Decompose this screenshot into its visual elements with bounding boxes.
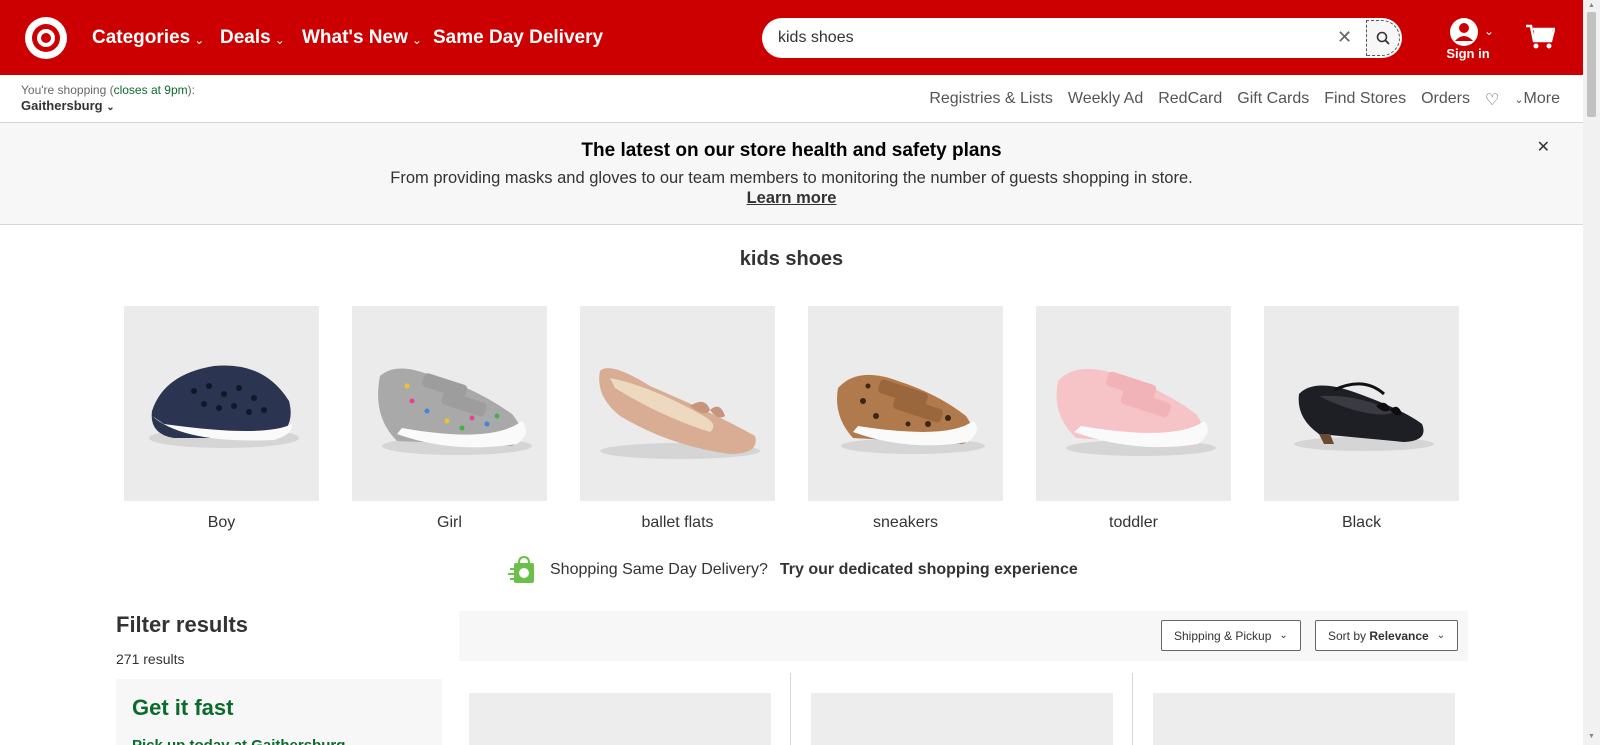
nav-whats-new-label: What's New <box>302 27 408 48</box>
chevron-down-icon: ⌄ <box>1279 630 1288 641</box>
more-label: More <box>1523 90 1560 107</box>
link-weekly-ad[interactable]: Weekly Ad <box>1068 90 1143 110</box>
product-card-image[interactable] <box>1153 693 1455 745</box>
search-bar: ✕ <box>762 18 1402 58</box>
sort-value: Relevance <box>1369 628 1429 643</box>
link-find-stores[interactable]: Find Stores <box>1324 90 1406 110</box>
tile-toddler[interactable]: toddler <box>1036 306 1231 532</box>
tile-boy[interactable]: Boy <box>124 306 319 532</box>
same-day-delivery-promo: Shopping Same Day Delivery? Try our dedi… <box>508 555 1078 585</box>
nav-categories-label: Categories <box>92 27 191 48</box>
search-button[interactable] <box>1366 20 1400 56</box>
tile-label: Boy <box>207 514 236 531</box>
store-hours-text: You're shopping (closes at 9pm): <box>21 83 195 97</box>
tile-label: ballet flats <box>641 514 714 531</box>
pickup-today-option[interactable]: Pick up today at Gaithersburg <box>132 737 345 745</box>
sign-in-label: Sign in <box>1446 46 1490 61</box>
store-name: Gaithersburg <box>21 98 103 113</box>
chevron-down-icon: ⌄ <box>106 102 115 113</box>
filter-results-title: Filter results <box>116 612 249 637</box>
page-scrollbar[interactable]: ▲ ▼ <box>1583 0 1600 745</box>
learn-more-link[interactable]: Learn more <box>0 189 1583 208</box>
nav-whats-new[interactable]: What's New ⌄ <box>302 27 422 49</box>
category-tiles: Boy Girl ballet flats sneakers toddler B… <box>124 306 1459 532</box>
store-hours: closes at 9pm <box>113 83 188 97</box>
chevron-down-icon: ⌄ <box>411 33 422 47</box>
search-query-title: kids shoes <box>739 248 844 270</box>
results-count: 271 results <box>116 651 185 667</box>
sign-in-button[interactable]: ⌄ Sign in <box>1442 18 1512 66</box>
clear-search-icon[interactable]: ✕ <box>1337 27 1352 48</box>
banner-text: From providing masks and gloves to our t… <box>390 169 1193 187</box>
tile-label: toddler <box>1109 514 1158 531</box>
more-menu[interactable]: ⌄More <box>1514 90 1560 110</box>
top-navigation-bar: Categories ⌄ Deals ⌄ What's New ⌄ Same D… <box>0 0 1583 75</box>
tile-label: sneakers <box>873 514 938 531</box>
link-orders[interactable]: Orders <box>1421 90 1470 110</box>
product-card-image[interactable] <box>811 693 1113 745</box>
nav-categories[interactable]: Categories ⌄ <box>92 27 204 49</box>
sort-by-dropdown[interactable]: Sort by Relevance ⌄ <box>1315 620 1459 651</box>
search-input[interactable] <box>778 18 1318 58</box>
shipping-pickup-dropdown[interactable]: Shipping & Pickup ⌄ <box>1161 620 1301 651</box>
pink-sneaker-image <box>1036 306 1231 501</box>
tile-black[interactable]: Black <box>1264 306 1459 532</box>
store-selector[interactable]: Gaithersburg ⌄ <box>21 98 115 113</box>
tile-ballet-flats[interactable]: ballet flats <box>580 306 775 532</box>
sdd-cta-link[interactable]: Try our dedicated shopping experience <box>780 561 1078 579</box>
shopping-suffix: ): <box>187 83 195 97</box>
nav-same-day-label: Same Day Delivery <box>433 27 604 48</box>
chevron-down-icon: ⌄ <box>1514 94 1524 106</box>
chevron-down-icon: ⌄ <box>194 33 205 47</box>
health-safety-banner: The latest on our store health and safet… <box>0 123 1583 225</box>
divider <box>790 673 791 745</box>
link-registries[interactable]: Registries & Lists <box>929 90 1053 110</box>
account-icon <box>1450 18 1478 46</box>
heart-icon[interactable]: ♡ <box>1485 90 1499 110</box>
product-card-image[interactable] <box>469 693 771 745</box>
shopping-prefix: You're shopping ( <box>21 83 114 97</box>
link-gift-cards[interactable]: Gift Cards <box>1237 90 1309 110</box>
girl-shoe-image <box>352 306 547 501</box>
sdd-text: Shopping Same Day Delivery? <box>550 561 768 578</box>
close-icon[interactable]: ✕ <box>1537 137 1550 157</box>
shipping-pickup-label: Shipping & Pickup <box>1174 628 1272 643</box>
tile-girl[interactable]: Girl <box>352 306 547 532</box>
tile-label: Black <box>1341 514 1382 531</box>
scroll-down-icon[interactable]: ▼ <box>1588 733 1595 740</box>
nav-deals-label: Deals <box>220 27 271 48</box>
get-it-fast-title: Get it fast <box>132 695 234 720</box>
sort-bar: Shipping & Pickup ⌄ Sort by Relevance ⌄ <box>459 611 1468 661</box>
chevron-down-icon: ⌄ <box>274 33 285 47</box>
nav-same-day-delivery[interactable]: Same Day Delivery <box>433 27 603 49</box>
target-logo-icon[interactable] <box>25 17 67 59</box>
get-it-fast-panel: Get it fast Pick up today at Gaithersbur… <box>116 679 442 745</box>
scroll-up-icon[interactable]: ▲ <box>1588 2 1595 9</box>
nav-deals[interactable]: Deals ⌄ <box>220 27 285 49</box>
cart-icon[interactable] <box>1525 24 1556 55</box>
shopping-bag-icon <box>508 555 534 583</box>
chevron-down-icon: ⌄ <box>1484 24 1495 38</box>
chevron-down-icon: ⌄ <box>1436 630 1446 641</box>
divider <box>1132 673 1133 745</box>
boy-shoe-image <box>124 306 319 501</box>
leopard-sneaker-image <box>808 306 1003 501</box>
banner-title: The latest on our store health and safet… <box>581 140 1002 161</box>
search-icon <box>1376 31 1390 45</box>
tile-sneakers[interactable]: sneakers <box>808 306 1003 532</box>
tile-label: Girl <box>437 514 462 531</box>
ballet-flat-image <box>580 306 775 501</box>
scrollbar-thumb[interactable] <box>1587 12 1596 117</box>
link-redcard[interactable]: RedCard <box>1158 90 1222 110</box>
secondary-bar: You're shopping (closes at 9pm): Gaither… <box>0 75 1583 123</box>
black-mary-jane-image <box>1264 306 1459 501</box>
utility-links: Registries & Lists Weekly Ad RedCard Gif… <box>929 90 1560 110</box>
sort-prefix: Sort by <box>1328 628 1367 643</box>
